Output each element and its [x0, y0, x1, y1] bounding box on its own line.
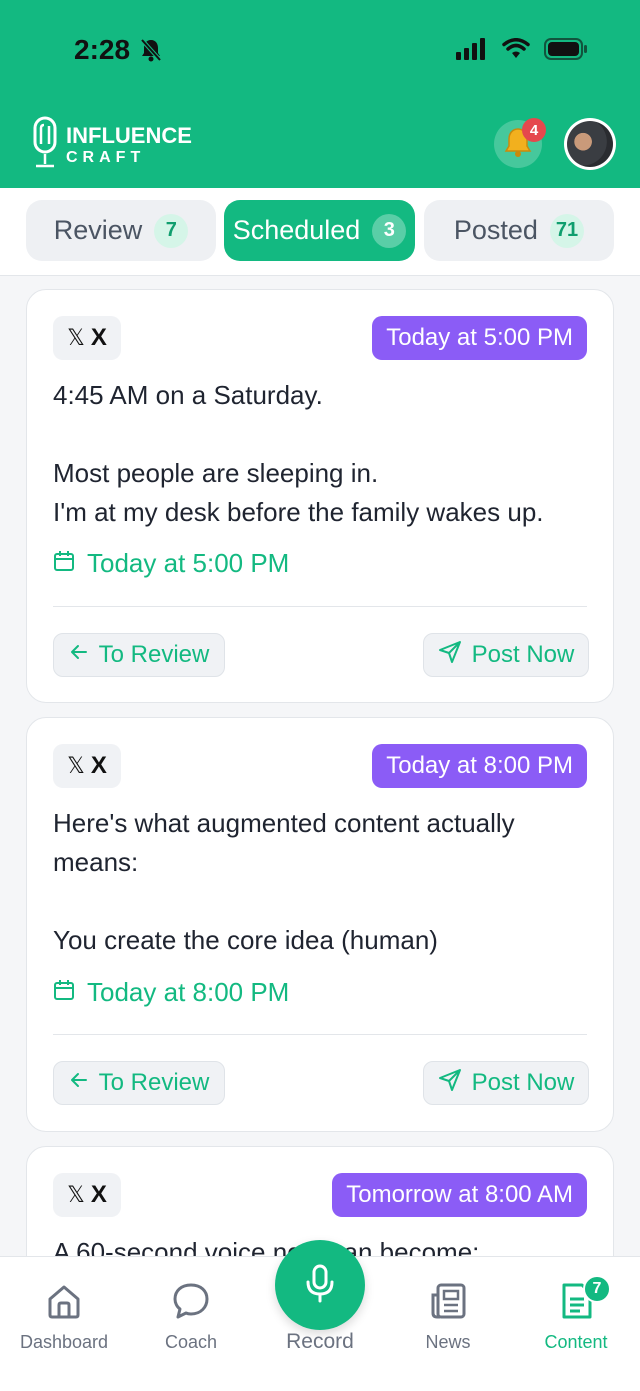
brand-logo: INFLUENCE CRAFT	[32, 116, 192, 175]
notification-count-badge: 4	[522, 118, 546, 142]
platform-tag: 𝕏 X	[53, 744, 121, 788]
tab-review-label: Review	[53, 215, 143, 245]
schedule-info: Today at 8:00 PM	[53, 977, 289, 1008]
platform-tag: 𝕏 X	[53, 316, 121, 360]
scheduled-time-badge: Today at 5:00 PM	[372, 316, 587, 360]
microphone-logo-icon	[32, 116, 58, 175]
battery-icon	[544, 38, 588, 65]
brand-name-line1: INFLUENCE	[66, 123, 192, 148]
card-divider	[53, 1034, 587, 1035]
nav-coach-label: Coach	[164, 1332, 218, 1352]
arrow-left-icon	[69, 1069, 89, 1097]
record-button[interactable]	[275, 1240, 365, 1330]
post-text: Here's what augmented content actually m…	[53, 808, 515, 955]
signal-icon	[456, 38, 488, 65]
to-review-button[interactable]: To Review	[53, 633, 225, 677]
home-icon	[44, 1281, 84, 1326]
to-review-label: To Review	[98, 1069, 210, 1096]
status-time: 2:28	[74, 34, 131, 65]
scheduled-post-card[interactable]: 𝕏 X Today at 8:00 PM Here's what augment…	[26, 717, 614, 1132]
send-icon	[438, 1068, 462, 1099]
tab-scheduled-label: Scheduled	[232, 215, 361, 245]
send-icon	[438, 640, 462, 671]
post-text: 4:45 AM on a Saturday. Most people are s…	[53, 380, 544, 527]
nav-dashboard[interactable]: Dashboard	[4, 1281, 124, 1353]
platform-name: X	[90, 1181, 107, 1208]
post-now-button[interactable]: Post Now	[423, 1061, 589, 1105]
post-now-label: Post Now	[471, 1069, 575, 1096]
silent-mode-icon	[140, 38, 162, 67]
tab-posted-label: Posted	[453, 215, 538, 245]
calendar-icon	[53, 977, 75, 1008]
schedule-text: Today at 8:00 PM	[87, 977, 290, 1007]
status-icons	[456, 38, 588, 65]
scheduled-time-badge: Tomorrow at 8:00 AM	[332, 1173, 587, 1217]
x-logo-icon: 𝕏	[67, 753, 85, 779]
platform-name: X	[90, 324, 107, 351]
nav-news-label: News	[425, 1332, 471, 1352]
content-tabs: Review 7 Scheduled 3 Posted 71	[0, 188, 640, 276]
tab-review[interactable]: Review 7	[26, 200, 216, 261]
tab-posted[interactable]: Posted 71	[424, 200, 614, 261]
x-logo-icon: 𝕏	[67, 325, 85, 351]
to-review-label: To Review	[98, 641, 210, 668]
nav-news[interactable]: News	[388, 1281, 508, 1353]
to-review-button[interactable]: To Review	[53, 1061, 225, 1105]
post-now-button[interactable]: Post Now	[423, 633, 589, 677]
app-header: 2:28 INFLUENCE CRAFT 4	[0, 0, 640, 188]
content-count-badge: 7	[583, 1275, 611, 1303]
tab-scheduled-count: 3	[372, 213, 407, 248]
nav-coach[interactable]: Coach	[131, 1281, 251, 1353]
platform-name: X	[90, 752, 107, 779]
nav-content[interactable]: Content	[516, 1281, 636, 1353]
chat-bubble-icon	[171, 1281, 211, 1326]
microphone-icon	[303, 1263, 337, 1308]
schedule-info: Today at 5:00 PM	[53, 548, 289, 579]
scheduled-time-badge: Today at 8:00 PM	[372, 744, 587, 788]
user-avatar[interactable]	[564, 118, 616, 170]
tab-scheduled[interactable]: Scheduled 3	[224, 200, 415, 261]
tab-review-count: 7	[154, 213, 189, 248]
tab-posted-count: 71	[549, 213, 585, 248]
schedule-text: Today at 5:00 PM	[87, 548, 290, 578]
card-divider	[53, 606, 587, 607]
nav-content-label: Content	[544, 1332, 608, 1352]
record-label: Record	[286, 1330, 354, 1353]
calendar-icon	[53, 548, 75, 579]
x-logo-icon: 𝕏	[67, 1182, 85, 1208]
newspaper-icon	[428, 1281, 468, 1326]
nav-dashboard-label: Dashboard	[19, 1332, 109, 1352]
post-now-label: Post Now	[471, 641, 575, 668]
brand-name-line2: CRAFT	[66, 149, 146, 166]
wifi-icon	[502, 38, 530, 65]
platform-tag: 𝕏 X	[53, 1173, 121, 1217]
arrow-left-icon	[69, 641, 89, 669]
scheduled-post-card[interactable]: 𝕏 X Today at 5:00 PM 4:45 AM on a Saturd…	[26, 289, 614, 703]
